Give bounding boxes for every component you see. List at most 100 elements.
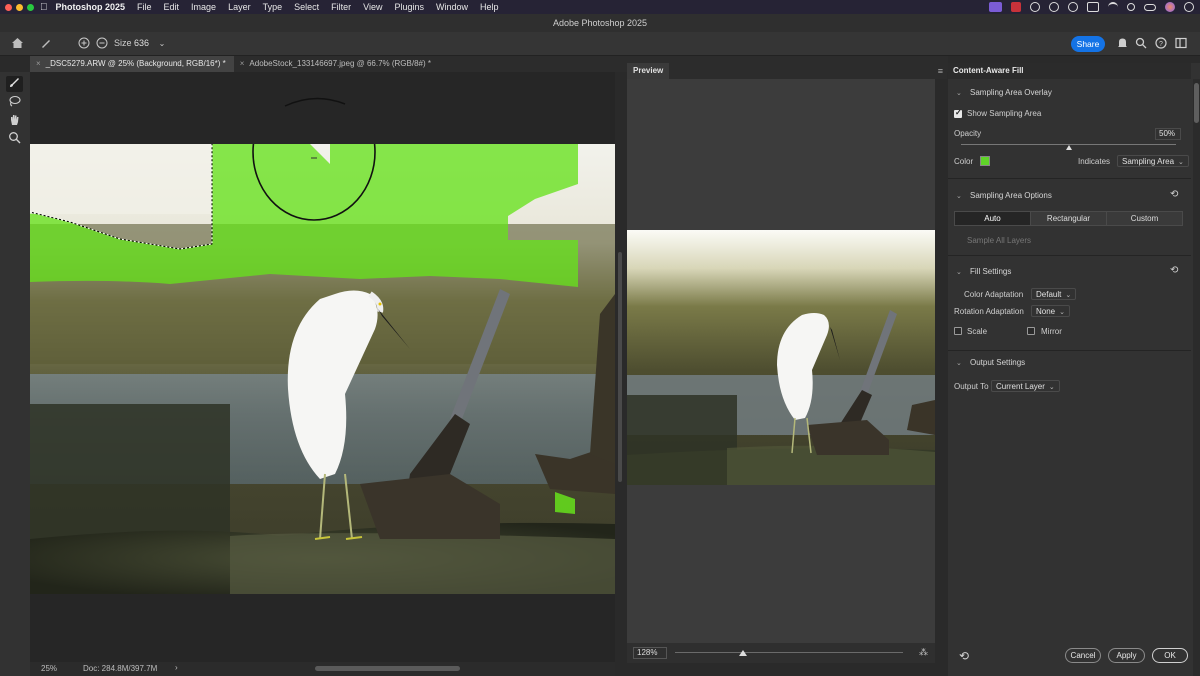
preview-zoom-input[interactable]: 128% (633, 647, 667, 659)
rotation-adaptation-dropdown[interactable]: None ⌄ (1031, 305, 1070, 317)
status-menu-arrow[interactable]: › (175, 663, 178, 672)
panel-menu-icon[interactable]: ≡ (938, 66, 943, 76)
tab-document-2[interactable]: × AdobeStock_133146697.jpeg @ 66.7% (RGB/… (234, 56, 439, 72)
panel-title: Content-Aware Fill (948, 63, 1191, 79)
section-sampling-options-header[interactable]: ⌄ Sampling Area Options (956, 190, 1052, 202)
section-title: Sampling Area Overlay (970, 88, 1052, 97)
content-aware-fill-panel: Content-Aware Fill ⌄ Sampling Area Overla… (948, 63, 1200, 676)
close-icon[interactable]: × (36, 59, 41, 68)
menu-help[interactable]: Help (474, 2, 505, 12)
mode-rectangular-button[interactable]: Rectangular (1031, 212, 1107, 225)
siri-icon[interactable] (1165, 2, 1175, 12)
home-icon[interactable] (10, 37, 24, 51)
close-icon[interactable]: × (240, 59, 245, 68)
ok-button[interactable]: OK (1152, 648, 1188, 663)
mode-custom-button[interactable]: Custom (1107, 212, 1182, 225)
notifications-icon[interactable] (1115, 37, 1129, 51)
zoom-fit-icon[interactable]: ⁂ (919, 647, 928, 658)
menu-window[interactable]: Window (430, 2, 474, 12)
menu-items: File Edit Image Layer Type Select Filter… (131, 2, 505, 12)
search-icon[interactable] (1127, 3, 1135, 11)
zoom-window-button[interactable] (27, 3, 34, 11)
wifi-icon[interactable] (1108, 2, 1118, 12)
menu-layer[interactable]: Layer (222, 2, 257, 12)
sampling-brush-tool-icon[interactable] (6, 76, 23, 92)
switch-icon[interactable] (1144, 3, 1156, 11)
play-icon[interactable] (1068, 2, 1078, 12)
show-sampling-area-checkbox[interactable] (954, 108, 962, 118)
photo-egret[interactable] (30, 144, 615, 594)
color-adaptation-dropdown[interactable]: Default ⌄ (1031, 288, 1077, 300)
section-title: Fill Settings (970, 267, 1012, 276)
section-sampling-overlay-header[interactable]: ⌄ Sampling Area Overlay (956, 87, 1052, 99)
menu-filter[interactable]: Filter (325, 2, 357, 12)
horizontal-scrollbar[interactable] (315, 666, 460, 671)
gear-icon[interactable] (1049, 2, 1059, 12)
search-icon[interactable] (1134, 37, 1148, 51)
menu-image[interactable]: Image (185, 2, 222, 12)
chevron-down-icon: ⌄ (1048, 384, 1055, 391)
brush-tool-icon[interactable] (39, 37, 53, 51)
tools-panel (0, 72, 30, 676)
vertical-scrollbar[interactable] (618, 252, 622, 482)
reset-icon[interactable]: ⟲ (1170, 265, 1178, 276)
reset-all-icon[interactable]: ⟲ (959, 649, 969, 663)
creative-cloud-icon[interactable] (1030, 2, 1040, 12)
app-menu[interactable]: Photoshop 2025 (56, 2, 126, 12)
menu-select[interactable]: Select (288, 2, 325, 12)
size-label: Size (114, 38, 132, 48)
menu-type[interactable]: Type (257, 2, 289, 12)
macos-menubar:  Photoshop 2025 File Edit Image Layer T… (0, 0, 1200, 14)
preview-zoom-thumb[interactable] (739, 650, 748, 656)
apply-button[interactable]: Apply (1108, 648, 1145, 663)
cancel-button[interactable]: Cancel (1065, 648, 1101, 663)
section-output-settings-header[interactable]: ⌄ Output Settings (956, 357, 1025, 369)
menu-view[interactable]: View (357, 2, 388, 12)
panel-scrollbar[interactable] (1193, 79, 1200, 676)
close-window-button[interactable] (5, 3, 12, 11)
indicates-dropdown[interactable]: Sampling Area ⌄ (1117, 155, 1189, 167)
workspace-icon[interactable] (1174, 37, 1188, 51)
tab-document-1[interactable]: × _DSC5279.ARW @ 25% (Background, RGB/16*… (30, 56, 234, 72)
subtract-mode-icon[interactable] (95, 37, 109, 51)
clock-icon[interactable] (1184, 2, 1194, 12)
size-input[interactable]: 636 (132, 37, 154, 50)
mode-auto-button[interactable]: Auto (955, 212, 1031, 225)
opacity-slider-thumb[interactable] (1065, 145, 1072, 150)
chevron-down-icon[interactable]: ⌄ (155, 37, 169, 51)
sampling-mode-segmented: Auto Rectangular Custom (954, 211, 1183, 226)
output-to-dropdown[interactable]: Current Layer ⌄ (991, 380, 1060, 392)
zoom-level[interactable]: 25% (41, 664, 57, 673)
preview-zoom-slider[interactable] (675, 652, 903, 653)
share-button[interactable]: Share (1071, 36, 1105, 52)
overlay-color-swatch[interactable] (980, 156, 990, 166)
menu-edit[interactable]: Edit (158, 2, 186, 12)
help-icon[interactable]: ? (1154, 37, 1168, 51)
lasso-tool-icon[interactable] (6, 95, 23, 111)
document-canvas[interactable] (30, 72, 615, 662)
scale-checkbox[interactable] (954, 327, 962, 335)
brush-cursor-top-arc (284, 97, 346, 107)
preview-image (627, 230, 935, 485)
app-status-icon[interactable] (1011, 2, 1021, 12)
menu-file[interactable]: File (131, 2, 158, 12)
zoom-tool-icon[interactable] (6, 131, 23, 147)
control-center-icon[interactable] (1087, 2, 1099, 12)
menu-plugins[interactable]: Plugins (388, 2, 430, 12)
status-menu-icons (989, 2, 1194, 12)
mirror-checkbox[interactable] (1027, 327, 1035, 335)
preview-panel[interactable] (627, 79, 935, 643)
hand-tool-icon[interactable] (6, 113, 23, 129)
section-title: Sampling Area Options (970, 191, 1052, 200)
tab-preview[interactable]: Preview (627, 63, 670, 79)
chevron-down-icon: ⌄ (956, 90, 962, 97)
chevron-down-icon: ⌄ (956, 269, 962, 276)
reset-icon[interactable]: ⟲ (1170, 189, 1178, 200)
screen-record-icon[interactable] (989, 2, 1002, 12)
minimize-window-button[interactable] (16, 3, 23, 11)
add-mode-icon[interactable] (77, 37, 91, 51)
dropdown-value: Default (1036, 290, 1062, 299)
apple-menu-icon[interactable]:  (40, 2, 48, 13)
opacity-input[interactable]: 50% (1155, 128, 1181, 140)
section-fill-settings-header[interactable]: ⌄ Fill Settings (956, 266, 1011, 278)
